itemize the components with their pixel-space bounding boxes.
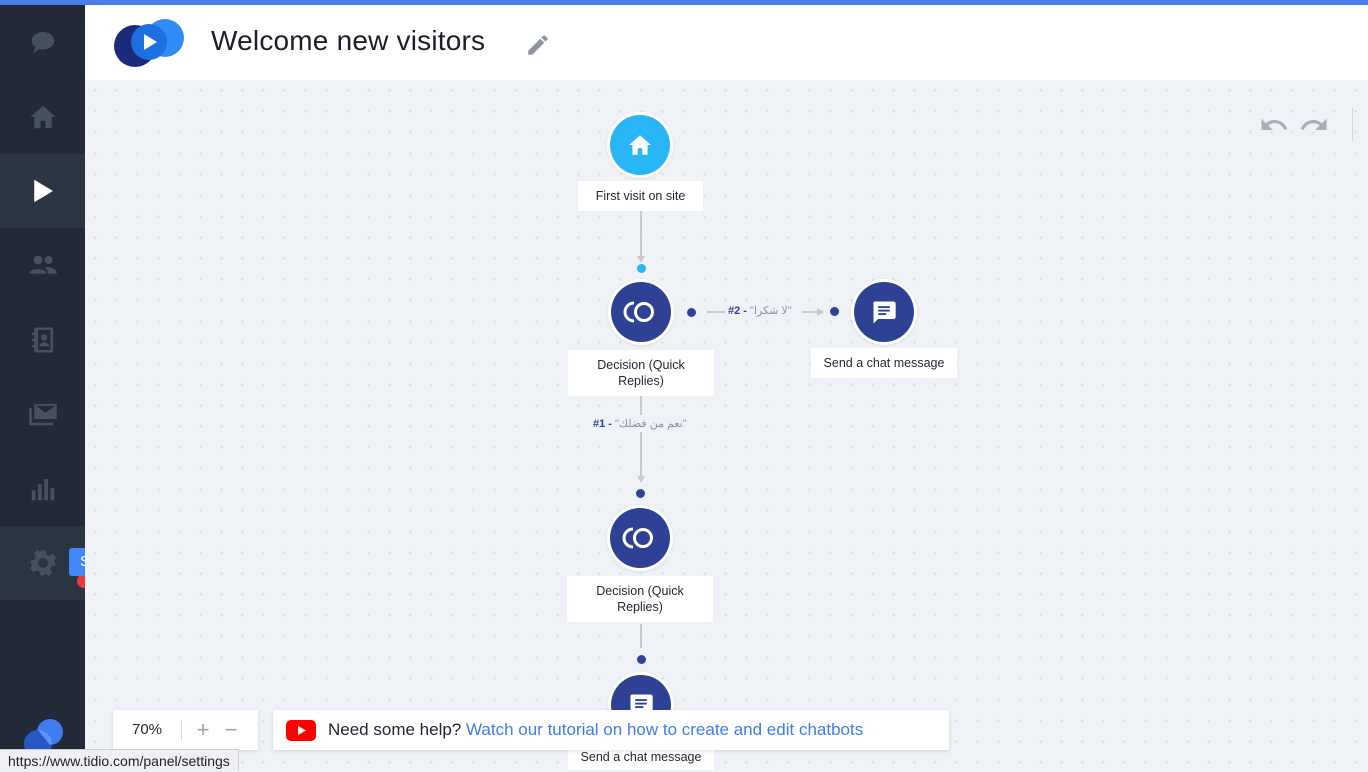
- mail-icon: [28, 404, 57, 426]
- quick-replies-icon: [623, 301, 654, 323]
- message-node[interactable]: [851, 279, 917, 345]
- trigger-node[interactable]: [607, 112, 673, 178]
- sidebar-item-home[interactable]: [0, 80, 85, 154]
- flow-connectors: [637, 211, 824, 648]
- status-bar-url: https://www.tidio.com/panel/settings: [0, 749, 239, 771]
- zoom-control: 70% + −: [113, 710, 258, 750]
- edge-index: #1 -: [593, 418, 612, 430]
- decision-node[interactable]: [608, 279, 674, 345]
- help-prefix: Need some help?: [328, 720, 462, 739]
- connector-dot[interactable]: [636, 489, 645, 498]
- gear-icon: [29, 550, 56, 576]
- edge-index: #2 -: [728, 305, 747, 317]
- page-title[interactable]: Welcome new visitors: [211, 25, 485, 57]
- zoom-level: 70%: [131, 721, 163, 738]
- bar-chart-icon: [31, 479, 54, 501]
- redo-icon[interactable]: [1299, 110, 1329, 140]
- sidebar-item-mailing[interactable]: [0, 377, 85, 451]
- edge-label-option-1[interactable]: #1 - "نعم من فضلك": [593, 417, 687, 430]
- trigger-node-label: First visit on site: [578, 181, 703, 211]
- quick-replies-icon: [622, 527, 653, 549]
- message-node-label: Send a chat message: [811, 348, 957, 378]
- header: Welcome new visitors: [85, 5, 1368, 80]
- undo-icon[interactable]: [1259, 110, 1289, 140]
- edge-text: "لا شكرا": [750, 305, 792, 317]
- youtube-icon: [286, 720, 316, 741]
- connector-dot[interactable]: [687, 308, 696, 317]
- sidebar-item-visitors[interactable]: [0, 228, 85, 302]
- chat-bubble-icon: [31, 32, 54, 54]
- people-icon: [28, 255, 57, 274]
- zoom-divider: [181, 719, 182, 741]
- tidio-logo-icon: [114, 19, 184, 67]
- chat-message-icon: [873, 301, 896, 324]
- decision-node[interactable]: [607, 505, 673, 571]
- zoom-out-button[interactable]: −: [218, 716, 244, 744]
- decision-node-label: Decision (Quick Replies): [567, 576, 713, 622]
- tutorial-link[interactable]: Watch our tutorial on how to create and …: [466, 720, 863, 739]
- edit-pencil-icon[interactable]: [525, 32, 551, 58]
- sidebar-item-analytics[interactable]: [0, 452, 85, 526]
- flow-canvas[interactable]: [85, 80, 1368, 770]
- sidebar-item-chat[interactable]: [0, 5, 85, 79]
- connector-dot[interactable]: [637, 655, 646, 664]
- toolbar-divider: [1352, 108, 1353, 142]
- help-banner: Need some help? Watch our tutorial on ho…: [273, 710, 949, 750]
- home-icon: [629, 135, 651, 155]
- sidebar: [0, 5, 85, 770]
- connector-dot[interactable]: [830, 307, 839, 316]
- edge-label-option-2[interactable]: #2 - "لا شكرا": [728, 304, 792, 317]
- contacts-book-icon: [31, 327, 53, 353]
- play-icon: [33, 179, 53, 203]
- connector-dot[interactable]: [637, 264, 646, 273]
- edge-text: "نعم من فضلك": [615, 418, 687, 430]
- sidebar-item-chatbots[interactable]: [0, 154, 85, 228]
- zoom-in-button[interactable]: +: [190, 716, 216, 744]
- sidebar-item-contacts[interactable]: [0, 303, 85, 377]
- top-accent-bar: [0, 0, 1368, 5]
- home-icon: [30, 105, 55, 129]
- decision-node-label: Decision (Quick Replies): [568, 350, 714, 396]
